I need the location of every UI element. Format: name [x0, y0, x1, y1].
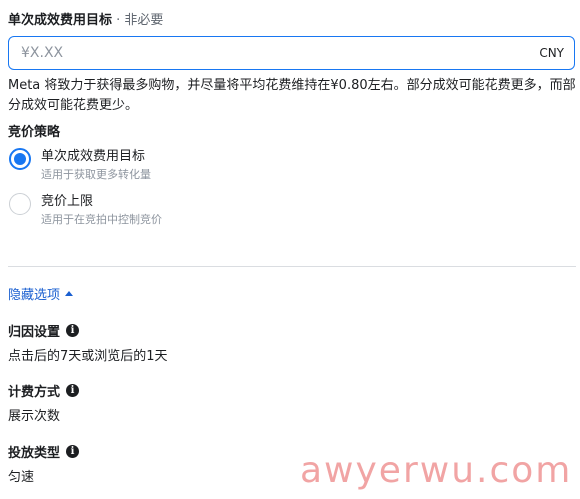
radio-cost-goal[interactable] — [9, 148, 31, 170]
cost-goal-title: 单次成效费用目标 · 非必要 — [8, 9, 163, 28]
delivery-type-label-text: 投放类型 — [8, 446, 61, 461]
hide-options-label: 隐藏选项 — [8, 288, 61, 303]
optional-label: 非必要 — [124, 13, 164, 28]
radio-cost-goal-desc: 适用于获取更多转化量 — [41, 168, 151, 181]
billing-value: 展示次数 — [8, 409, 61, 424]
section-divider — [8, 266, 576, 267]
radio-bid-cap[interactable] — [9, 193, 31, 215]
bid-strategy-label: 竞价策略 — [8, 125, 61, 140]
cost-goal-input[interactable] — [19, 44, 540, 62]
info-icon[interactable]: i — [66, 324, 80, 337]
radio-bid-cap-desc: 适用于在竞拍中控制竞价 — [41, 213, 162, 226]
billing-label: 计费方式 i — [8, 381, 80, 400]
delivery-type-value: 匀速 — [8, 470, 35, 485]
info-icon[interactable]: i — [66, 445, 80, 458]
attribution-label: 归因设置 i — [8, 321, 80, 340]
cost-goal-help-text: Meta 将致力于获得最多购物，并尽量将平均花费维持在¥0.80左右。部分成效可… — [8, 78, 576, 113]
caret-up-icon — [65, 291, 74, 296]
cost-goal-field[interactable]: CNY — [8, 36, 575, 70]
currency-label: CNY — [539, 46, 564, 60]
attribution-value: 点击后的7天或浏览后的1天 — [8, 349, 168, 364]
info-icon[interactable]: i — [66, 384, 80, 397]
bid-option-cost-goal[interactable]: 单次成效费用目标 适用于获取更多转化量 — [9, 148, 151, 184]
hide-options-link[interactable]: 隐藏选项 — [8, 284, 74, 303]
delivery-type-label: 投放类型 i — [8, 442, 80, 461]
radio-cost-goal-title: 单次成效费用目标 — [41, 149, 146, 164]
radio-bid-cap-title: 竞价上限 — [41, 194, 94, 209]
watermark: awyerwu.com — [300, 450, 573, 491]
title-separator: · — [112, 13, 125, 28]
bid-option-bid-cap[interactable]: 竞价上限 适用于在竞拍中控制竞价 — [9, 193, 162, 229]
billing-label-text: 计费方式 — [8, 385, 61, 400]
attribution-label-text: 归因设置 — [8, 325, 61, 340]
cost-goal-title-text: 单次成效费用目标 — [8, 13, 113, 28]
